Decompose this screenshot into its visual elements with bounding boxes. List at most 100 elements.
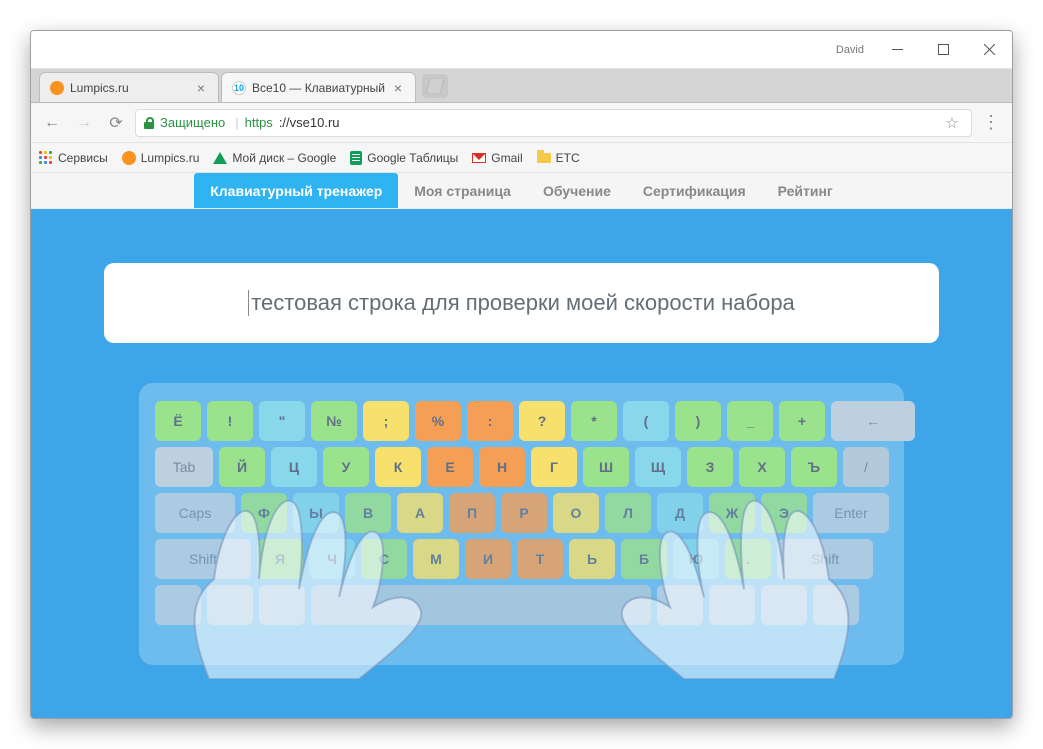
bookmark-item[interactable]: Мой диск – Google <box>213 151 336 165</box>
key[interactable]: + <box>779 401 825 441</box>
site-nav-item[interactable]: Моя страница <box>398 173 527 208</box>
key[interactable]: В <box>345 493 391 533</box>
bookmark-item[interactable]: ETC <box>537 151 580 165</box>
apps-icon <box>39 151 53 165</box>
key[interactable]: / <box>843 447 889 487</box>
key[interactable]: Caps <box>155 493 235 533</box>
back-button[interactable]: ← <box>39 110 65 136</box>
key[interactable]: Т <box>517 539 563 579</box>
key[interactable]: Н <box>479 447 525 487</box>
tab-title: Все10 — Клавиатурный <box>252 81 385 95</box>
key[interactable]: С <box>361 539 407 579</box>
bookmark-item[interactable]: Сервисы <box>39 151 108 165</box>
key[interactable]: О <box>553 493 599 533</box>
key[interactable] <box>761 585 807 625</box>
key[interactable]: Р <box>501 493 547 533</box>
site-nav-item[interactable]: Клавиатурный тренажер <box>194 173 398 208</box>
key[interactable]: . <box>725 539 771 579</box>
bookmark-label: Google Таблицы <box>367 151 458 165</box>
key[interactable]: Ь <box>569 539 615 579</box>
key[interactable]: З <box>687 447 733 487</box>
key[interactable]: Л <box>605 493 651 533</box>
key[interactable]: * <box>571 401 617 441</box>
key[interactable] <box>709 585 755 625</box>
bookmark-star-icon[interactable]: ☆ <box>941 112 963 134</box>
orange-dot-icon <box>122 151 136 165</box>
key[interactable]: Г <box>531 447 577 487</box>
key[interactable] <box>259 585 305 625</box>
close-icon[interactable]: × <box>391 81 405 95</box>
site-nav-item[interactable]: Сертификация <box>627 173 762 208</box>
bookmark-item[interactable]: Gmail <box>472 151 522 165</box>
key[interactable]: Shift <box>155 539 251 579</box>
key[interactable]: % <box>415 401 461 441</box>
typing-input[interactable]: тестовая строка для проверки моей скорос… <box>104 263 939 343</box>
browser-window: David Lumpics.ru × 10 Все10 — Клавиатурн… <box>30 30 1013 719</box>
browser-menu-button[interactable]: ⋮ <box>978 110 1004 136</box>
key[interactable]: М <box>413 539 459 579</box>
key[interactable]: К <box>375 447 421 487</box>
address-bar: ← → ⟳ Защищено | https://vse10.ru ☆ ⋮ <box>31 103 1012 143</box>
bookmark-item[interactable]: Google Таблицы <box>350 151 458 165</box>
key[interactable]: Я <box>257 539 303 579</box>
key[interactable]: : <box>467 401 513 441</box>
key[interactable]: _ <box>727 401 773 441</box>
sheets-icon <box>350 151 362 165</box>
reload-button[interactable]: ⟳ <box>103 110 129 136</box>
forward-button[interactable]: → <box>71 110 97 136</box>
key[interactable] <box>311 585 651 625</box>
key[interactable]: Д <box>657 493 703 533</box>
bookmark-item[interactable]: Lumpics.ru <box>122 151 200 165</box>
key[interactable]: Ё <box>155 401 201 441</box>
site-nav-item[interactable]: Рейтинг <box>762 173 849 208</box>
site-nav-list: Клавиатурный тренажерМоя страницаОбучени… <box>194 173 849 208</box>
key[interactable]: Tab <box>155 447 213 487</box>
url-protocol: https <box>245 115 273 130</box>
key[interactable]: ) <box>675 401 721 441</box>
key[interactable]: Ч <box>309 539 355 579</box>
minimize-button[interactable] <box>874 32 920 68</box>
key[interactable]: Ы <box>293 493 339 533</box>
url-separator: | <box>235 115 238 130</box>
key[interactable] <box>207 585 253 625</box>
key[interactable]: Е <box>427 447 473 487</box>
key[interactable]: ← <box>831 401 915 441</box>
key[interactable]: Ф <box>241 493 287 533</box>
omnibox[interactable]: Защищено | https://vse10.ru ☆ <box>135 109 972 137</box>
key[interactable]: ; <box>363 401 409 441</box>
key[interactable]: Enter <box>813 493 889 533</box>
key[interactable]: Ъ <box>791 447 837 487</box>
close-icon[interactable]: × <box>194 81 208 95</box>
window-user: David <box>836 44 864 56</box>
key[interactable]: Б <box>621 539 667 579</box>
tab-lumpics[interactable]: Lumpics.ru × <box>39 72 219 102</box>
maximize-button[interactable] <box>920 32 966 68</box>
key[interactable]: Х <box>739 447 785 487</box>
site-nav-item[interactable]: Обучение <box>527 173 627 208</box>
key[interactable]: " <box>259 401 305 441</box>
key[interactable] <box>813 585 859 625</box>
key[interactable]: Ж <box>709 493 755 533</box>
key[interactable]: Ц <box>271 447 317 487</box>
key[interactable]: И <box>465 539 511 579</box>
key[interactable]: Й <box>219 447 265 487</box>
bookmark-label: Сервисы <box>58 151 108 165</box>
bookmarks-bar: Сервисы Lumpics.ru Мой диск – Google Google… <box>31 143 1012 173</box>
tab-vse10[interactable]: 10 Все10 — Клавиатурный × <box>221 72 416 102</box>
new-tab-button[interactable] <box>422 74 448 98</box>
key[interactable]: П <box>449 493 495 533</box>
key[interactable]: ! <box>207 401 253 441</box>
key[interactable]: Щ <box>635 447 681 487</box>
key[interactable]: Shift <box>777 539 873 579</box>
key[interactable]: А <box>397 493 443 533</box>
close-button[interactable] <box>966 32 1012 68</box>
key[interactable]: № <box>311 401 357 441</box>
key[interactable]: Ю <box>673 539 719 579</box>
key[interactable]: Ш <box>583 447 629 487</box>
key[interactable]: ( <box>623 401 669 441</box>
key[interactable] <box>657 585 703 625</box>
key[interactable]: Э <box>761 493 807 533</box>
key[interactable]: ? <box>519 401 565 441</box>
key[interactable] <box>155 585 201 625</box>
key[interactable]: У <box>323 447 369 487</box>
